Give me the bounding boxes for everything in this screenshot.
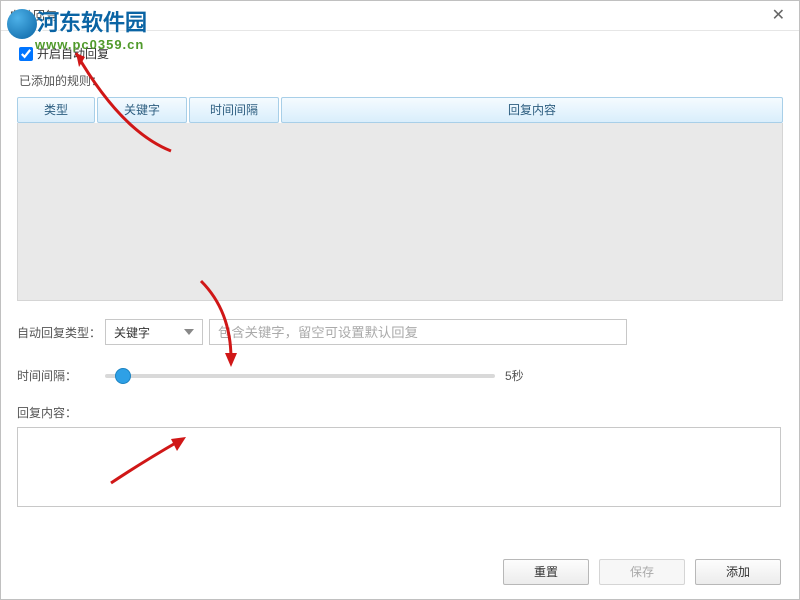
col-keyword[interactable]: 关键字 bbox=[97, 97, 187, 123]
save-button[interactable]: 保存 bbox=[599, 559, 685, 585]
enable-label: 开启自动回复 bbox=[37, 45, 109, 62]
add-button[interactable]: 添加 bbox=[695, 559, 781, 585]
close-icon[interactable]: ✕ bbox=[766, 1, 791, 31]
interval-label: 时间间隔： bbox=[17, 367, 105, 384]
keyword-input[interactable] bbox=[209, 319, 627, 345]
content-area: 开启自动回复 已添加的规则： 类型 关键字 时间间隔 回复内容 自动回复类型： … bbox=[1, 31, 799, 510]
enable-row: 开启自动回复 bbox=[19, 45, 783, 62]
type-selected-value: 关键字 bbox=[114, 324, 150, 341]
window-title: 自动回复 bbox=[9, 1, 57, 31]
col-type[interactable]: 类型 bbox=[17, 97, 95, 123]
titlebar: 自动回复 ✕ bbox=[1, 1, 799, 31]
reply-textarea[interactable] bbox=[17, 427, 781, 507]
added-rules-label: 已添加的规则： bbox=[19, 72, 783, 89]
dialog-window: 自动回复 ✕ 开启自动回复 已添加的规则： 类型 关键字 时间间隔 回复内容 自… bbox=[0, 0, 800, 600]
footer-buttons: 重置 保存 添加 bbox=[503, 559, 781, 585]
interval-value: 5秒 bbox=[505, 367, 524, 384]
interval-slider[interactable] bbox=[105, 374, 495, 378]
reset-button[interactable]: 重置 bbox=[503, 559, 589, 585]
col-reply[interactable]: 回复内容 bbox=[281, 97, 783, 123]
rules-listbox[interactable] bbox=[17, 123, 783, 301]
enable-auto-reply-checkbox[interactable] bbox=[19, 47, 33, 61]
slider-thumb[interactable] bbox=[115, 368, 131, 384]
type-label: 自动回复类型： bbox=[17, 324, 105, 341]
type-row: 自动回复类型： 关键字 bbox=[17, 319, 783, 345]
rules-header: 类型 关键字 时间间隔 回复内容 bbox=[17, 97, 783, 123]
reply-label: 回复内容： bbox=[17, 404, 783, 421]
col-interval[interactable]: 时间间隔 bbox=[189, 97, 279, 123]
chevron-down-icon bbox=[184, 329, 194, 335]
interval-row: 时间间隔： 5秒 bbox=[17, 367, 783, 384]
type-select[interactable]: 关键字 bbox=[105, 319, 203, 345]
